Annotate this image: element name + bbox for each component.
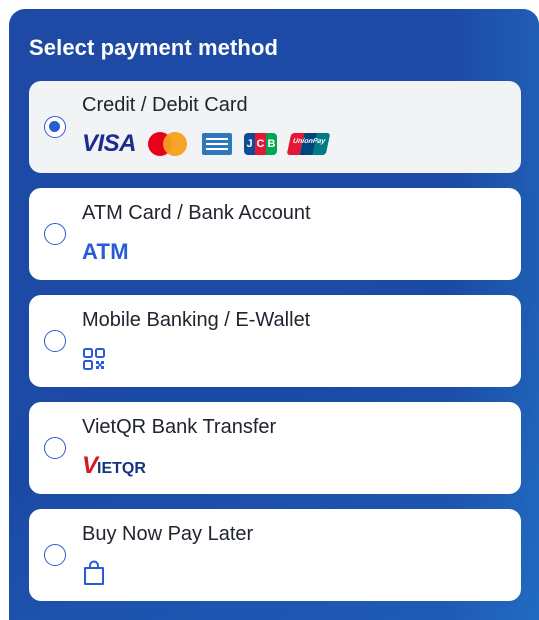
qr-icon-row bbox=[82, 347, 106, 371]
option-atm-bank-account[interactable]: ATM Card / Bank Account ATM bbox=[29, 188, 521, 280]
radio-buy-now-pay-later[interactable] bbox=[44, 544, 66, 566]
mastercard-logo bbox=[148, 131, 190, 157]
option-label: Mobile Banking / E-Wallet bbox=[82, 309, 311, 331]
bag-icon-row bbox=[82, 560, 106, 586]
qr-code-icon bbox=[83, 348, 105, 370]
option-label: ATM Card / Bank Account bbox=[82, 202, 311, 224]
atm-icon-row: ATM bbox=[82, 238, 129, 266]
option-label: Buy Now Pay Later bbox=[82, 523, 254, 545]
vietqr-logo: V IETQR bbox=[82, 452, 146, 479]
amex-logo bbox=[202, 133, 233, 155]
panel-title: Select payment method bbox=[29, 35, 279, 60]
radio-mobile-banking-ewallet[interactable] bbox=[44, 330, 66, 352]
atm-text-icon: ATM bbox=[82, 239, 129, 264]
shopping-bag-icon bbox=[84, 560, 104, 585]
payment-method-panel: Select payment method Credit / Debit Car… bbox=[9, 9, 539, 620]
radio-vietqr-bank-transfer[interactable] bbox=[44, 437, 66, 459]
option-label: Credit / Debit Card bbox=[82, 94, 248, 116]
card-brand-icons: VISA J C B UnionPay bbox=[82, 130, 331, 158]
option-credit-debit-card[interactable]: Credit / Debit Card VISA J C B UnionPay bbox=[29, 81, 521, 173]
radio-atm-bank-account[interactable] bbox=[44, 223, 66, 245]
visa-logo: VISA bbox=[82, 130, 137, 157]
vietqr-icon-row: V IETQR bbox=[82, 454, 146, 478]
option-mobile-banking-ewallet[interactable]: Mobile Banking / E-Wallet bbox=[29, 295, 521, 387]
radio-credit-debit-card[interactable] bbox=[44, 116, 66, 138]
unionpay-logo: UnionPay bbox=[286, 133, 331, 155]
option-label: VietQR Bank Transfer bbox=[82, 416, 277, 438]
option-buy-now-pay-later[interactable]: Buy Now Pay Later bbox=[29, 509, 521, 601]
option-vietqr-bank-transfer[interactable]: VietQR Bank Transfer V IETQR bbox=[29, 402, 521, 494]
jcb-logo: J C B bbox=[244, 133, 278, 155]
